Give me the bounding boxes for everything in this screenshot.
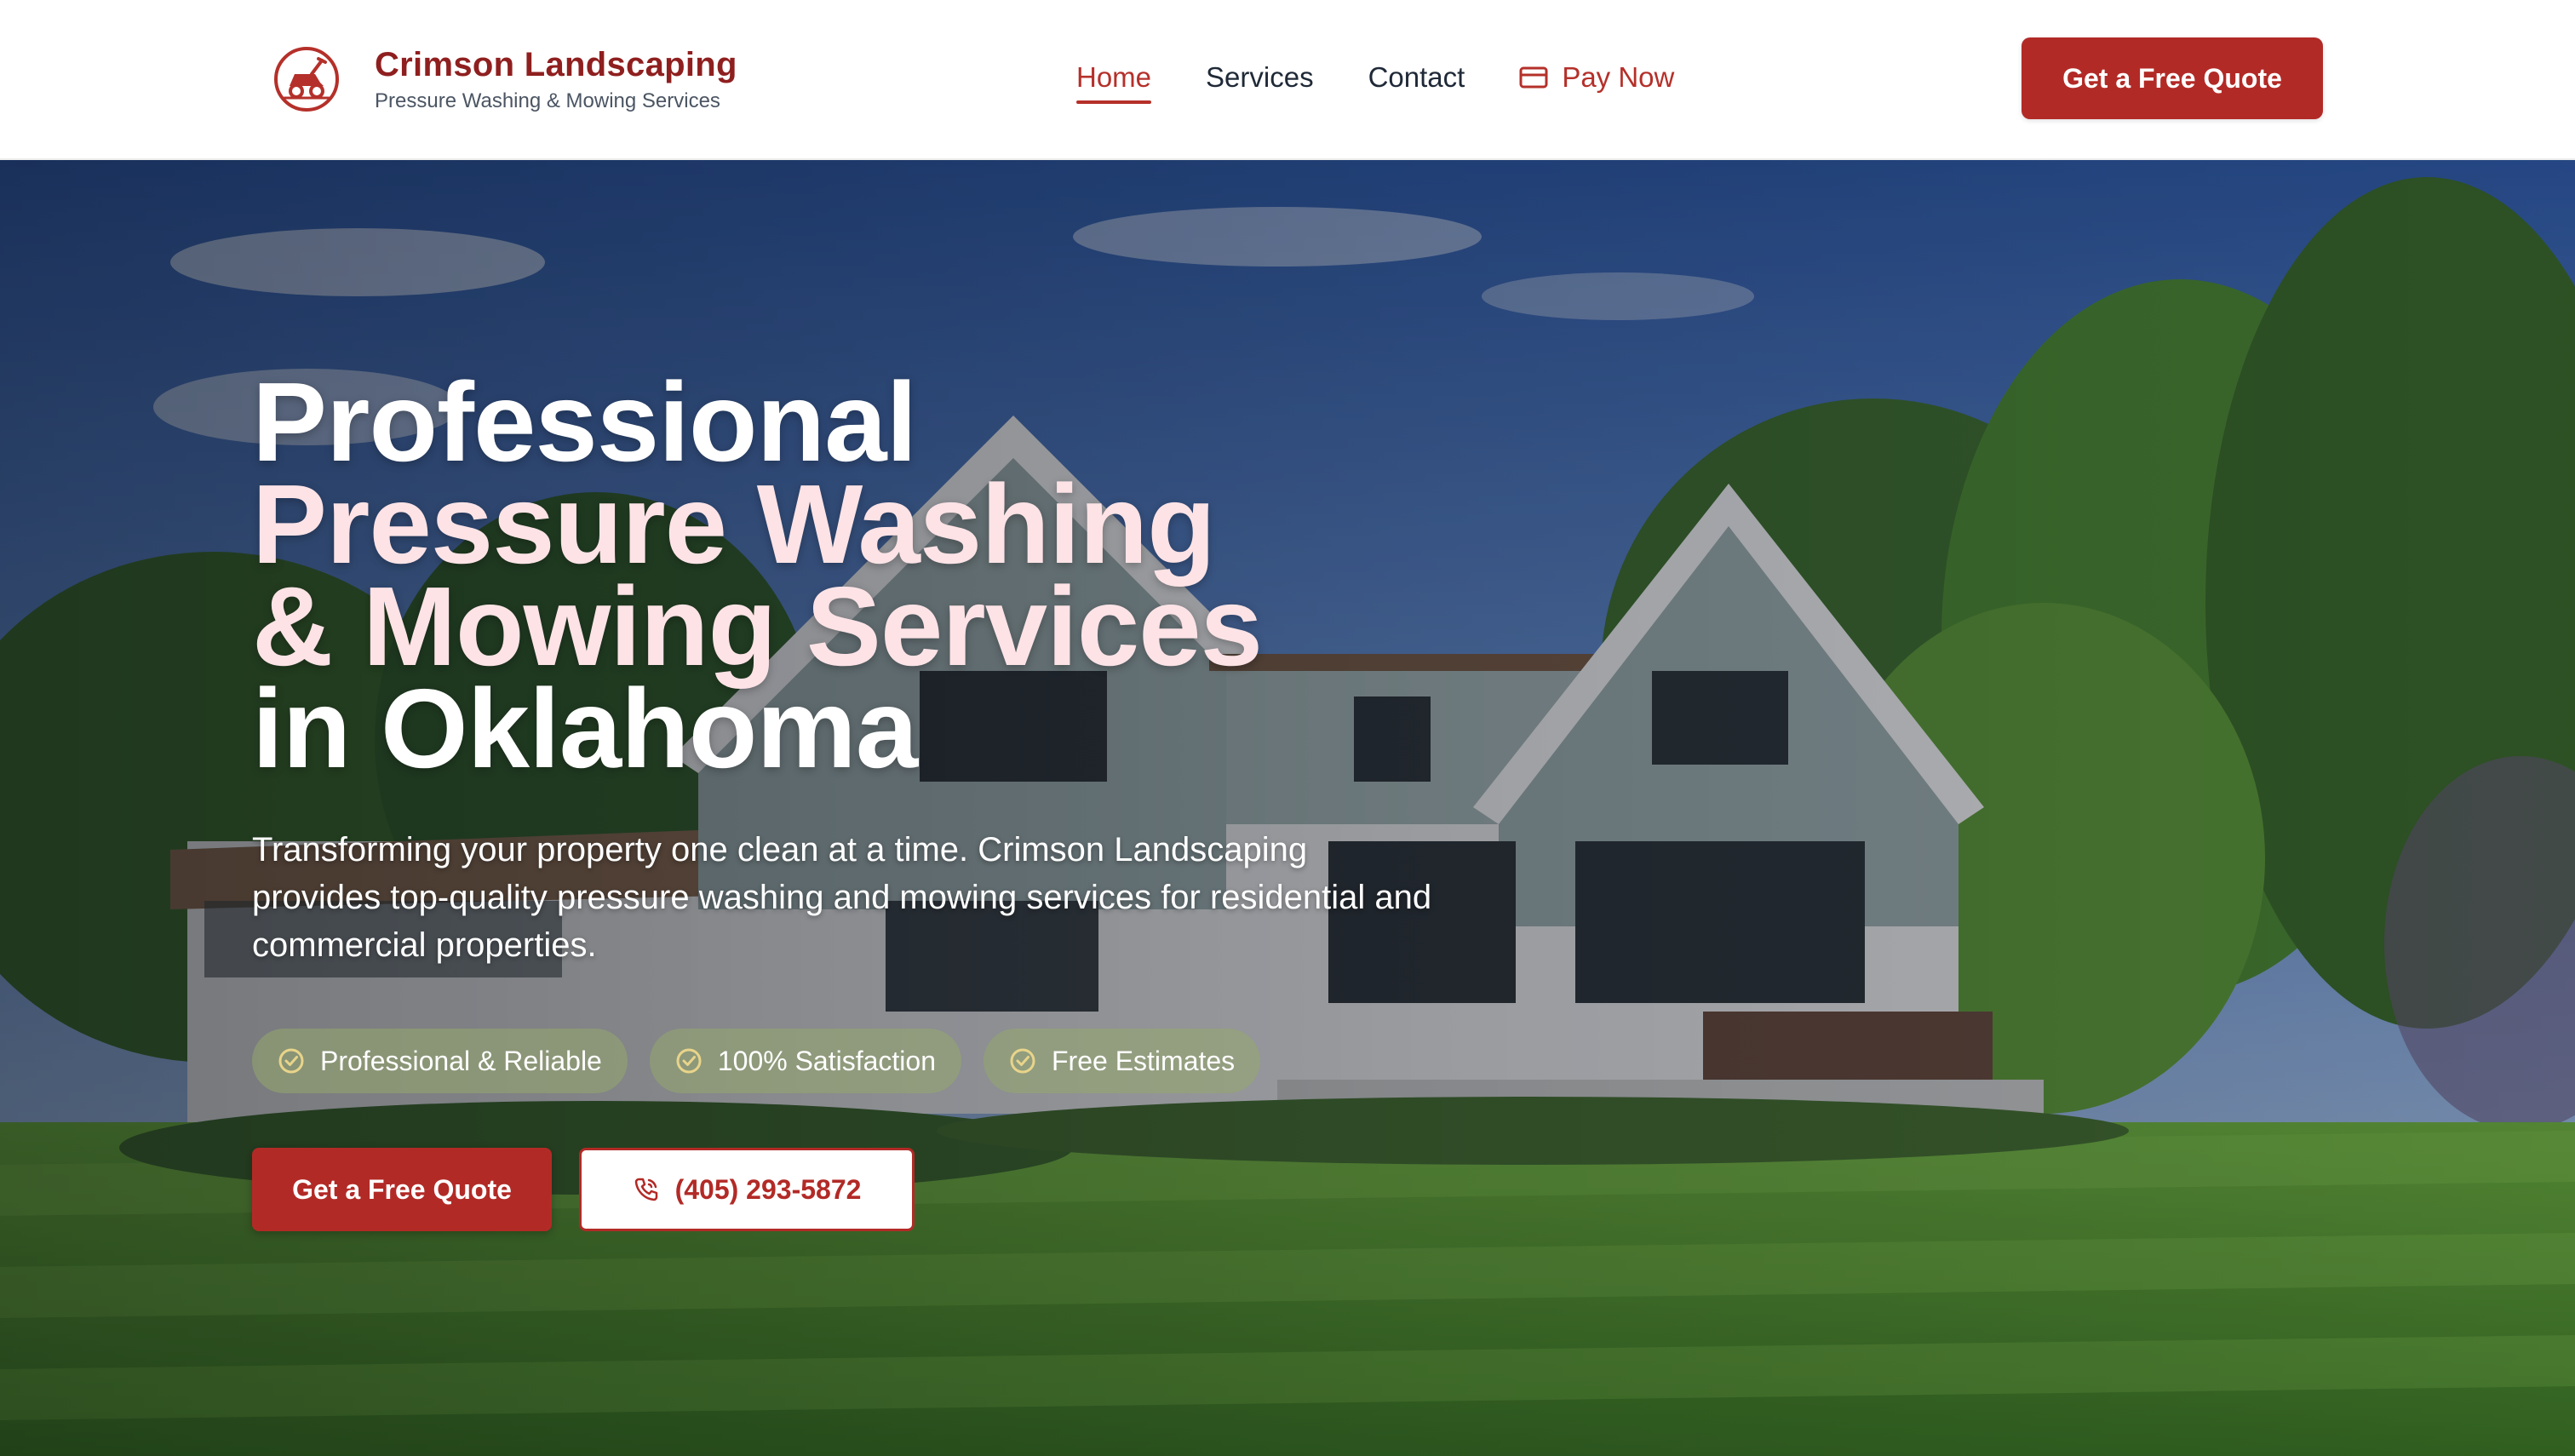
header-quote-button[interactable]: Get a Free Quote	[2022, 37, 2323, 119]
hero-title-line-4: in Oklahoma	[252, 666, 918, 791]
brand-tagline: Pressure Washing & Mowing Services	[375, 89, 720, 112]
pay-now-label: Pay Now	[1562, 61, 1675, 93]
badge-free-estimates: Free Estimates	[984, 1029, 1261, 1093]
hero-phone-button[interactable]: (405) 293-5872	[579, 1148, 915, 1231]
credit-card-icon	[1519, 66, 1548, 89]
lawn-mower-icon	[274, 47, 339, 112]
main-nav: Home Services Contact Pay Now	[1076, 53, 1674, 104]
check-circle-icon	[676, 1048, 702, 1074]
hero-badges: Professional & Reliable 100% Satisfactio…	[252, 1029, 1282, 1093]
badge-professional-reliable: Professional & Reliable	[252, 1029, 628, 1093]
badge-label: Free Estimates	[1052, 1045, 1236, 1076]
nav-item-home[interactable]: Home	[1076, 53, 1152, 104]
hero-description: Transforming your property one clean at …	[252, 831, 1432, 964]
hero-quote-button[interactable]: Get a Free Quote	[252, 1148, 552, 1231]
badge-satisfaction: 100% Satisfaction	[649, 1029, 961, 1093]
hero-section: Professional Pressure Washing & Mowing S…	[0, 160, 2575, 1456]
hero-cta-row: Get a Free Quote (405) 293-5872	[252, 1148, 915, 1231]
phone-icon	[634, 1178, 657, 1201]
brand-text: Crimson Landscaping Pressure Washing & M…	[375, 43, 737, 116]
brand-name: Crimson Landscaping	[375, 46, 737, 83]
hero-title-line-1: Professional	[252, 359, 917, 484]
nav-item-contact[interactable]: Contact	[1368, 53, 1465, 102]
brand[interactable]: Crimson Landscaping Pressure Washing & M…	[272, 43, 737, 116]
hero-title-line-3: & Mowing Services	[252, 564, 1263, 689]
hero-title: Professional Pressure Washing & Mowing S…	[252, 359, 1529, 791]
check-circle-icon	[278, 1048, 304, 1074]
hero-background-image	[0, 160, 2575, 1456]
badge-label: 100% Satisfaction	[717, 1045, 936, 1076]
site-header: Crimson Landscaping Pressure Washing & M…	[0, 0, 2575, 160]
nav-item-services[interactable]: Services	[1206, 53, 1314, 102]
check-circle-icon	[1010, 1048, 1035, 1074]
phone-number-label: (405) 293-5872	[674, 1173, 862, 1205]
nav-item-pay-now[interactable]: Pay Now	[1519, 53, 1674, 102]
badge-label: Professional & Reliable	[320, 1045, 602, 1076]
hero-title-line-2: Pressure Washing	[252, 461, 1216, 587]
